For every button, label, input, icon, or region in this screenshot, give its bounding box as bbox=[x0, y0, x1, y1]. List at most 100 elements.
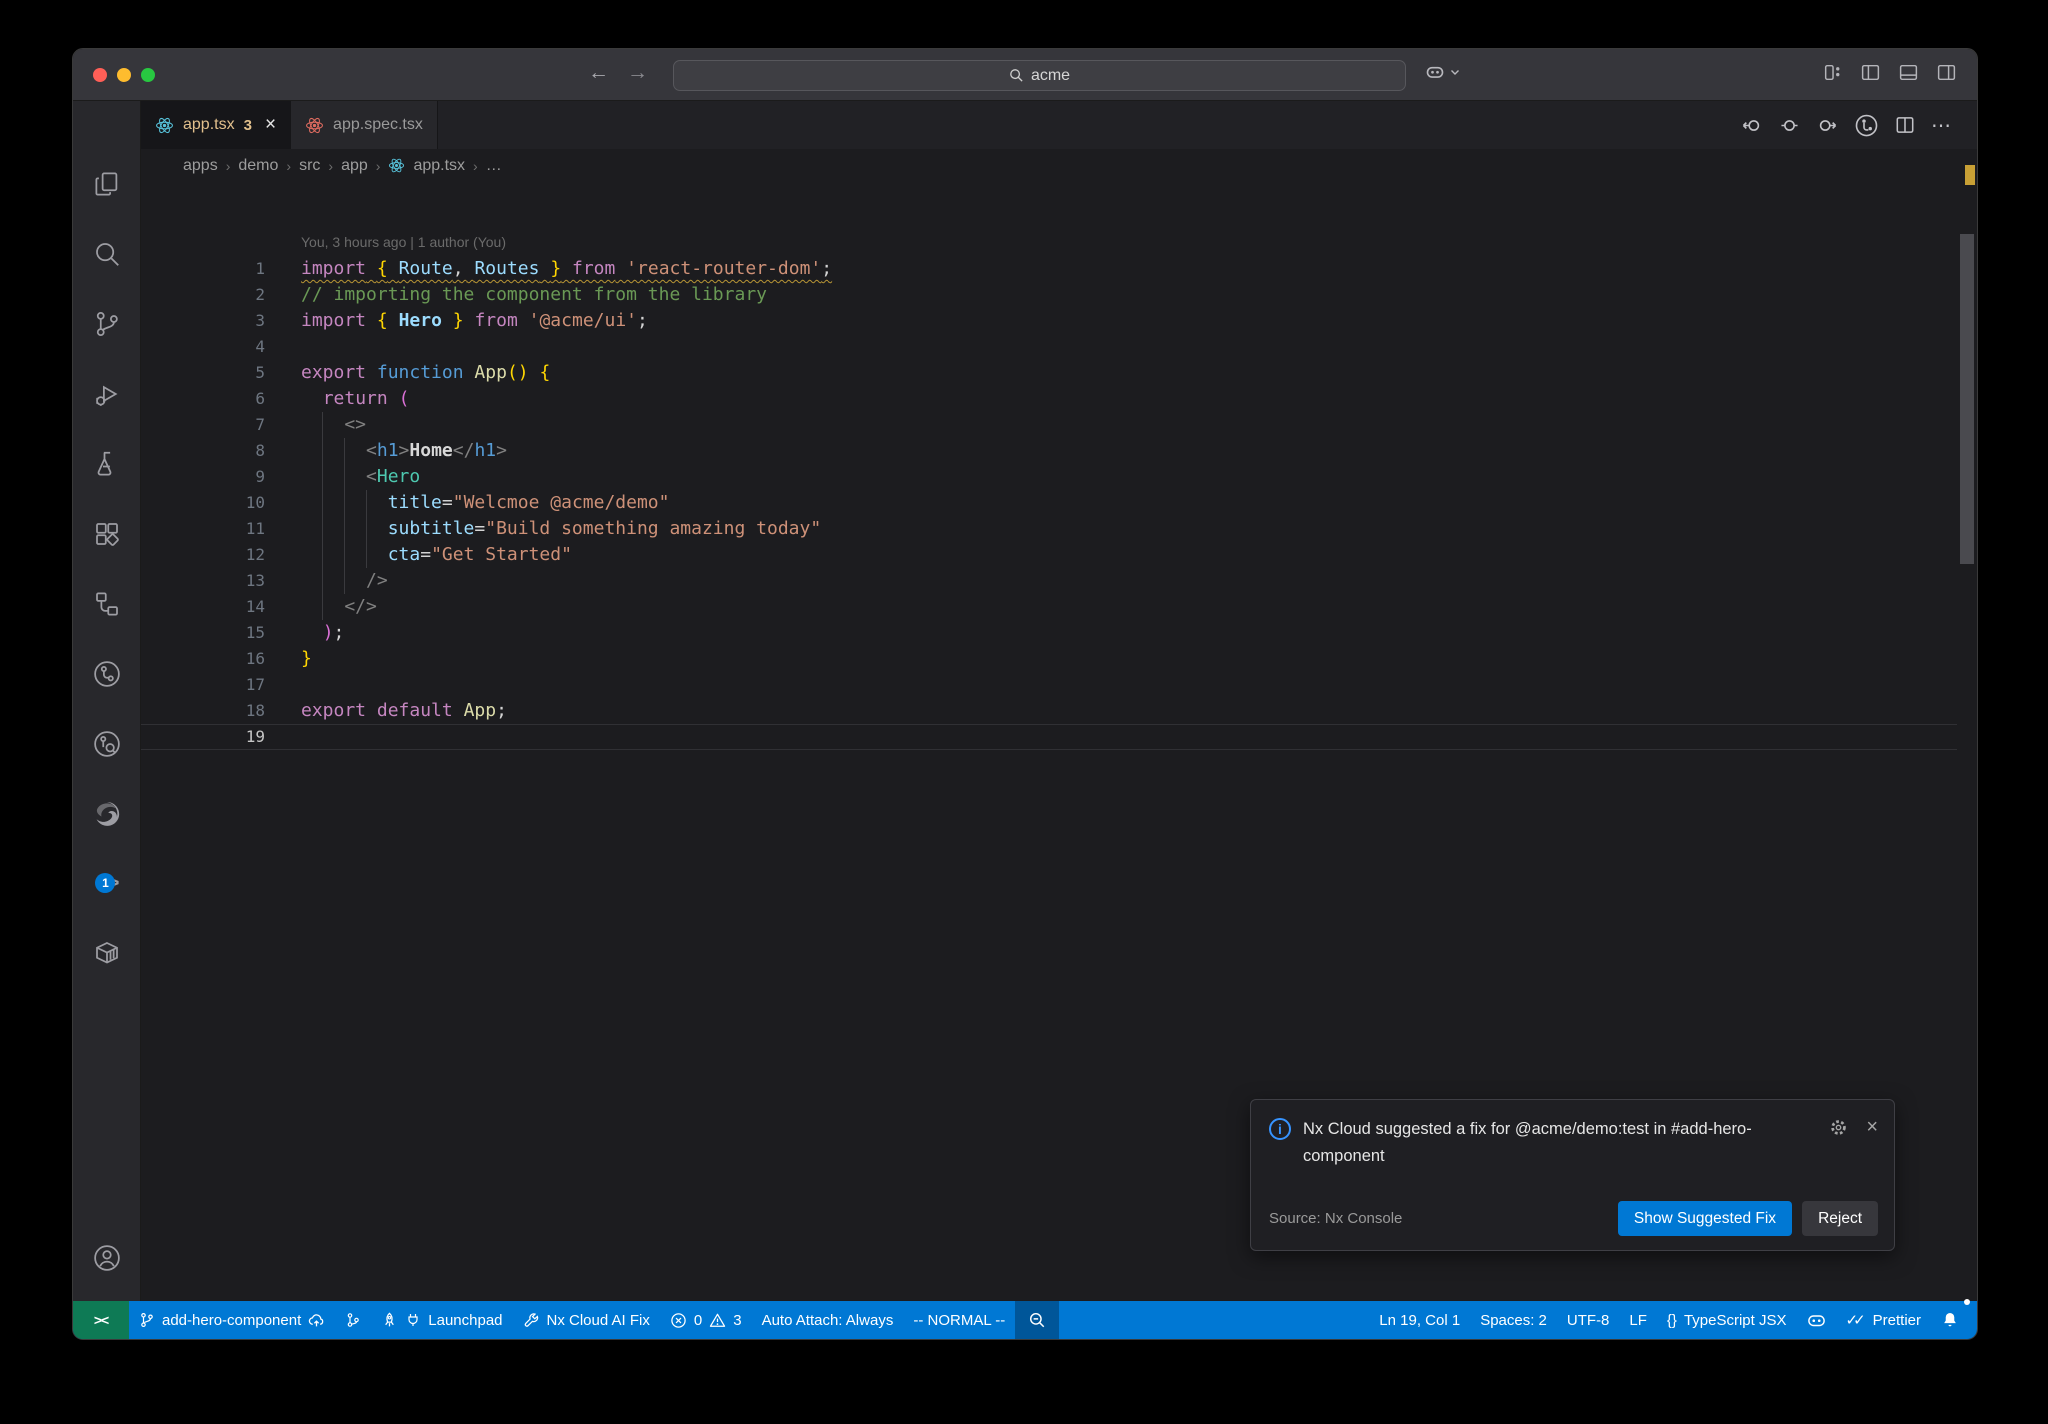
code-line[interactable]: 18 export default App; bbox=[141, 698, 1957, 724]
language-mode-status-item[interactable]: {} TypeScript JSX bbox=[1657, 1301, 1797, 1339]
copilot-icon[interactable] bbox=[1425, 62, 1445, 82]
extensions-activity-item[interactable] bbox=[83, 510, 131, 558]
problems-status-item[interactable]: 0 3 bbox=[660, 1301, 752, 1339]
toggle-panel-icon[interactable] bbox=[1898, 62, 1919, 83]
line-number[interactable]: 4 bbox=[141, 334, 265, 360]
account-activity-item[interactable] bbox=[83, 1234, 131, 1282]
line-number[interactable]: 9 bbox=[141, 464, 265, 490]
minimize-window-button[interactable] bbox=[117, 68, 131, 82]
breadcrumb-item[interactable]: app bbox=[341, 157, 368, 175]
breadcrumb-item[interactable]: apps bbox=[183, 157, 218, 175]
close-window-button[interactable] bbox=[93, 68, 107, 82]
code-line[interactable]: 8 <h1>Home</h1> bbox=[141, 438, 1957, 464]
code-line[interactable]: 15 ); bbox=[141, 620, 1957, 646]
maximize-window-button[interactable] bbox=[141, 68, 155, 82]
breadcrumb-item[interactable]: app.tsx bbox=[413, 157, 465, 175]
line-number[interactable]: 7 bbox=[141, 412, 265, 438]
indentation-status-item[interactable]: Spaces: 2 bbox=[1470, 1301, 1557, 1339]
line-number[interactable]: 16 bbox=[141, 646, 265, 672]
toggle-secondary-sidebar-icon[interactable] bbox=[1936, 62, 1957, 83]
code-line[interactable]: 9 <Hero bbox=[141, 464, 1957, 490]
containers-activity-item[interactable] bbox=[83, 930, 131, 978]
history-back-icon[interactable]: ← bbox=[588, 61, 609, 85]
breadcrumb-item[interactable]: demo bbox=[238, 157, 278, 175]
show-suggested-fix-button[interactable]: Show Suggested Fix bbox=[1617, 1201, 1793, 1236]
vim-mode-status-item[interactable]: -- NORMAL -- bbox=[903, 1301, 1015, 1339]
line-number[interactable]: 2 bbox=[141, 282, 265, 308]
encoding-status-item[interactable]: UTF-8 bbox=[1557, 1301, 1620, 1339]
line-number[interactable]: 15 bbox=[141, 620, 265, 646]
explorer-activity-item[interactable] bbox=[83, 160, 131, 208]
history-forward-icon[interactable]: → bbox=[627, 61, 648, 85]
command-center-search[interactable]: acme bbox=[673, 60, 1406, 91]
code-line[interactable]: 6 return ( bbox=[141, 386, 1957, 412]
code-line[interactable]: 10 title="Welcmoe @acme/demo" bbox=[141, 490, 1957, 516]
split-editor-icon[interactable] bbox=[1894, 114, 1916, 136]
commit-graph-status-item[interactable] bbox=[335, 1301, 371, 1339]
code-line[interactable]: 17 bbox=[141, 672, 1957, 698]
line-number[interactable]: 6 bbox=[141, 386, 265, 412]
line-number[interactable]: 8 bbox=[141, 438, 265, 464]
prettier-status-item[interactable]: ✓✓ Prettier bbox=[1836, 1301, 1932, 1339]
edge-devtools-activity-item[interactable] bbox=[83, 790, 131, 838]
code-line[interactable]: 16} bbox=[141, 646, 1957, 672]
auto-attach-status-item[interactable]: Auto Attach: Always bbox=[752, 1301, 904, 1339]
code-line[interactable]: 14 </> bbox=[141, 594, 1957, 620]
commit-graph-action-icon[interactable] bbox=[1854, 113, 1879, 138]
search-activity-item[interactable] bbox=[83, 230, 131, 278]
customize-layout-icon[interactable] bbox=[1822, 62, 1843, 83]
close-tab-icon[interactable]: × bbox=[265, 114, 276, 136]
code-line[interactable]: 7 <> bbox=[141, 412, 1957, 438]
zoom-status-item[interactable] bbox=[1015, 1301, 1060, 1339]
testing-activity-item[interactable] bbox=[83, 440, 131, 488]
editor-scrollbar[interactable] bbox=[1957, 182, 1977, 1301]
line-number[interactable]: 18 bbox=[141, 698, 265, 724]
breadcrumb-item[interactable]: src bbox=[299, 157, 320, 175]
line-number[interactable]: 1 bbox=[141, 256, 265, 282]
code-line[interactable]: 4 bbox=[141, 334, 1957, 360]
code-line[interactable]: 13 /> bbox=[141, 568, 1957, 594]
line-number[interactable]: 12 bbox=[141, 542, 265, 568]
tab-app-tsx[interactable]: app.tsx 3 × bbox=[141, 101, 292, 149]
navigate-next-change-icon[interactable] bbox=[1816, 114, 1839, 137]
reject-button[interactable]: Reject bbox=[1802, 1201, 1878, 1236]
cursor-position-status-item[interactable]: Ln 19, Col 1 bbox=[1369, 1301, 1470, 1339]
code-line[interactable]: 5 export function App() { bbox=[141, 360, 1957, 386]
navigate-previous-change-icon[interactable] bbox=[1740, 114, 1763, 137]
notification-settings-gear-icon[interactable] bbox=[1829, 1118, 1848, 1137]
line-number[interactable]: 3 bbox=[141, 308, 265, 334]
source-control-activity-item[interactable] bbox=[83, 300, 131, 348]
copilot-status-item[interactable] bbox=[1797, 1301, 1836, 1339]
current-change-icon[interactable] bbox=[1778, 114, 1801, 137]
hierarchy-activity-item[interactable] bbox=[83, 580, 131, 628]
run-debug-activity-item[interactable] bbox=[83, 370, 131, 418]
code-line[interactable]: 11 subtitle="Build something amazing tod… bbox=[141, 516, 1957, 542]
line-number[interactable]: 13 bbox=[141, 568, 265, 594]
line-number[interactable]: 14 bbox=[141, 594, 265, 620]
code-line[interactable]: 2 // importing the component from the lib… bbox=[141, 282, 1957, 308]
line-number[interactable]: 19 bbox=[141, 724, 265, 750]
code-line[interactable]: 19 bbox=[141, 724, 1957, 750]
gitlens-inspect-activity-item[interactable] bbox=[83, 720, 131, 768]
launchpad-status-item[interactable]: Launchpad bbox=[371, 1301, 512, 1339]
more-actions-icon[interactable]: ⋯ bbox=[1931, 113, 1951, 138]
scrollbar-slider[interactable] bbox=[1960, 234, 1974, 564]
nx-console-activity-item[interactable]: N>1 bbox=[83, 860, 131, 908]
chevron-down-icon[interactable] bbox=[1449, 66, 1461, 78]
line-number[interactable]: 11 bbox=[141, 516, 265, 542]
close-notification-icon[interactable]: × bbox=[1866, 1117, 1878, 1137]
code-line[interactable]: 12 cta="Get Started" bbox=[141, 542, 1957, 568]
git-branch-status-item[interactable]: add-hero-component bbox=[129, 1301, 335, 1339]
line-number[interactable]: 5 bbox=[141, 360, 265, 386]
gitlens-graph-activity-item[interactable] bbox=[83, 650, 131, 698]
tab-app-spec-tsx[interactable]: app.spec.tsx bbox=[291, 101, 438, 149]
notifications-bell-status-item[interactable] bbox=[1931, 1299, 1970, 1339]
eol-status-item[interactable]: LF bbox=[1619, 1301, 1657, 1339]
code-line[interactable]: 1 import { Route, Routes } from 'react-ro… bbox=[141, 256, 1957, 282]
code-line[interactable]: 3 import { Hero } from '@acme/ui'; bbox=[141, 308, 1957, 334]
line-number[interactable]: 10 bbox=[141, 490, 265, 516]
toggle-primary-sidebar-icon[interactable] bbox=[1860, 62, 1881, 83]
nx-cloud-fix-status-item[interactable]: Nx Cloud AI Fix bbox=[513, 1301, 660, 1339]
breadcrumb-item[interactable]: … bbox=[486, 157, 502, 175]
line-number[interactable]: 17 bbox=[141, 672, 265, 698]
